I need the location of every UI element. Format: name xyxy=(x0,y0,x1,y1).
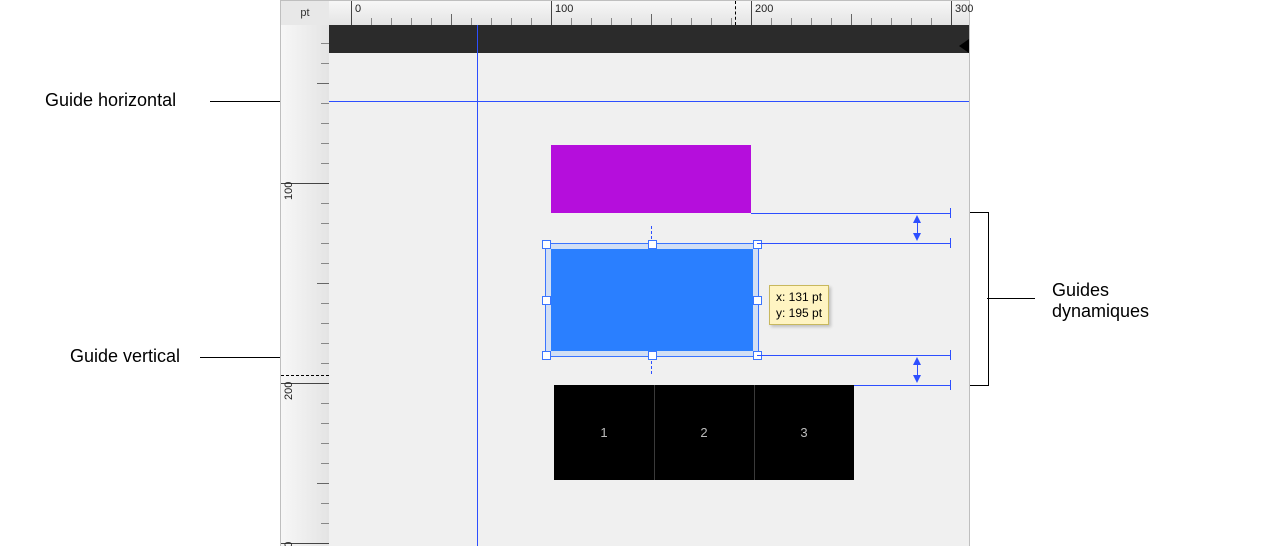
ruler-v-label: 100 xyxy=(283,182,295,200)
callout-guide-horizontal: Guide horizontal xyxy=(45,90,176,111)
triangle-left-icon xyxy=(959,39,969,53)
coordinate-tooltip: x: 131 pt y: 195 pt xyxy=(769,285,829,325)
tooltip-x: x: 131 pt xyxy=(776,289,822,305)
ruler-h-label: 200 xyxy=(755,3,773,15)
resize-handle-bm[interactable] xyxy=(648,351,657,360)
arrow-up-icon xyxy=(913,215,921,223)
canvas[interactable]: 1 2 3 x: 131 pt y: 19 xyxy=(329,25,969,546)
ruler-cursor-horizontal xyxy=(735,1,736,25)
callout-text: Guide vertical xyxy=(70,346,180,366)
dynamic-guide-tick xyxy=(950,238,951,248)
dynamic-guide-line xyxy=(917,365,918,377)
callout-guides-dynamiques: Guides dynamiques xyxy=(1052,280,1149,322)
dynamic-guide-tick xyxy=(950,380,951,390)
callout-text2: dynamiques xyxy=(1052,301,1149,321)
dynamic-guide-line xyxy=(854,385,951,386)
ruler-v-label: 200 xyxy=(283,382,295,400)
unit-text: pt xyxy=(300,7,309,19)
callout-text: Guide horizontal xyxy=(45,90,176,110)
dynamic-guide-line xyxy=(757,355,951,356)
resize-handle-tm[interactable] xyxy=(648,240,657,249)
dynamic-guide-tick xyxy=(950,350,951,360)
page-edge xyxy=(329,25,969,53)
callout-guide-vertical: Guide vertical xyxy=(70,346,180,367)
dynamic-guide-line xyxy=(757,243,951,244)
callout-line xyxy=(987,298,1035,299)
ruler-unit-label: pt xyxy=(281,1,330,26)
callout-text: Guides xyxy=(1052,280,1109,300)
resize-handle-ml[interactable] xyxy=(542,296,551,305)
cell-text: 2 xyxy=(700,425,707,440)
resize-handle-mr[interactable] xyxy=(753,296,762,305)
tooltip-y: y: 195 pt xyxy=(776,305,822,321)
dynamic-guide-line xyxy=(917,223,918,235)
ruler-vertical[interactable]: 100 200 300 xyxy=(281,25,330,546)
ruler-horizontal[interactable]: 0 100 200 300 xyxy=(329,1,969,26)
resize-handle-tl[interactable] xyxy=(542,240,551,249)
cell[interactable]: 2 xyxy=(654,385,754,480)
arrow-up-icon xyxy=(913,357,921,365)
cell[interactable]: 3 xyxy=(754,385,854,480)
guide-vertical[interactable] xyxy=(477,25,478,546)
ruler-v-label: 300 xyxy=(283,542,295,546)
cell-text: 1 xyxy=(600,425,607,440)
cell-text: 3 xyxy=(800,425,807,440)
ruler-h-label: 300 xyxy=(955,3,973,15)
ruler-h-label: 0 xyxy=(355,3,361,15)
dynamic-guide-tick xyxy=(950,208,951,218)
shape-rect-purple[interactable] xyxy=(551,145,751,213)
editor-window: pt 0 100 200 300 xyxy=(280,0,970,546)
resize-handle-tr[interactable] xyxy=(753,240,762,249)
selection-bounds[interactable] xyxy=(545,243,759,357)
shape-row-black[interactable]: 1 2 3 xyxy=(554,385,854,480)
ruler-cursor-vertical xyxy=(281,375,329,376)
cell[interactable]: 1 xyxy=(554,385,654,480)
bracket-icon xyxy=(970,212,989,386)
ruler-h-label: 100 xyxy=(555,3,573,15)
dynamic-guide-line xyxy=(751,213,951,214)
guide-horizontal[interactable] xyxy=(329,101,969,102)
shape-rect-blue[interactable] xyxy=(551,249,753,351)
resize-handle-bl[interactable] xyxy=(542,351,551,360)
